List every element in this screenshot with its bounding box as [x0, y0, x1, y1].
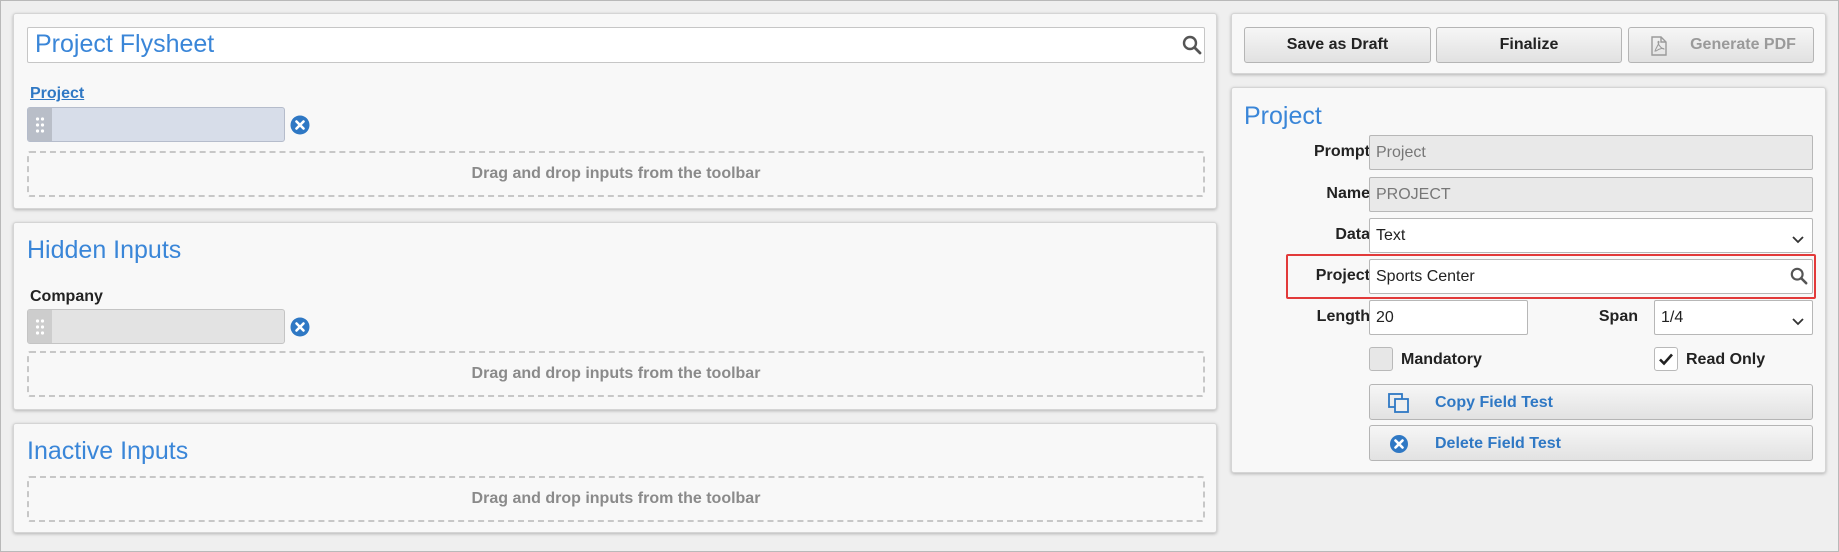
generate-pdf-button[interactable]: Generate PDF [1628, 27, 1814, 63]
drag-handle-icon[interactable] [28, 310, 52, 343]
readonly-checkbox[interactable] [1654, 347, 1678, 371]
company-field-label: Company [30, 288, 103, 305]
inactive-inputs-panel: Inactive Inputs Drag and drop inputs fro… [13, 423, 1217, 533]
prompt-label: Prompt [1314, 143, 1370, 160]
search-icon[interactable] [1182, 35, 1202, 60]
drag-handle-icon[interactable] [28, 108, 52, 141]
save-draft-label: Save as Draft [1286, 36, 1389, 53]
flysheet-title-input[interactable]: Project Flysheet [27, 27, 1205, 63]
data-label: Data [1335, 226, 1370, 243]
name-label: Name [1326, 185, 1370, 202]
save-draft-button[interactable]: Save as Draft [1244, 27, 1431, 63]
remove-icon[interactable] [290, 115, 310, 140]
flysheet-title-value: Project Flysheet [35, 30, 215, 58]
project-value: Sports Center [1376, 268, 1475, 285]
delete-icon [1389, 434, 1409, 459]
properties-heading: Project [1244, 102, 1322, 130]
data-select[interactable]: Text [1369, 218, 1813, 253]
delete-field-label: Delete Field Test [1435, 435, 1561, 452]
length-label: Length [1316, 308, 1370, 325]
copy-field-button[interactable]: Copy Field Test [1369, 384, 1813, 420]
mandatory-label: Mandatory [1401, 351, 1482, 368]
company-field-input[interactable] [27, 309, 285, 344]
generate-pdf-label: Generate PDF [1690, 36, 1796, 53]
inactive-inputs-dropzone[interactable]: Drag and drop inputs from the toolbar [27, 476, 1205, 522]
checkmark-icon [1658, 351, 1674, 372]
copy-field-label: Copy Field Test [1435, 394, 1553, 411]
data-value: Text [1376, 227, 1406, 244]
span-select[interactable]: 1/4 [1654, 300, 1813, 335]
mandatory-checkbox[interactable] [1369, 347, 1393, 371]
finalize-button[interactable]: Finalize [1436, 27, 1622, 63]
remove-icon[interactable] [290, 317, 310, 342]
prompt-value: Project [1376, 144, 1426, 161]
readonly-label: Read Only [1686, 351, 1766, 368]
length-value: 20 [1376, 309, 1394, 326]
project-lookup-field[interactable]: Sports Center [1369, 259, 1813, 294]
copy-icon [1388, 393, 1410, 418]
search-icon[interactable] [1790, 267, 1808, 290]
name-value: PROJECT [1376, 186, 1451, 203]
finalize-label: Finalize [1499, 36, 1559, 53]
delete-field-button[interactable]: Delete Field Test [1369, 425, 1813, 461]
chevron-down-icon [1792, 231, 1804, 249]
inactive-inputs-heading: Inactive Inputs [27, 437, 189, 465]
properties-panel: Project Prompt Project Name PROJECT Data… [1231, 87, 1826, 473]
pdf-icon [1651, 36, 1667, 61]
hidden-inputs-panel: Hidden Inputs Company Drag and drop inpu… [13, 222, 1217, 410]
flysheet-panel: Project Flysheet Project Drag and drop i… [13, 13, 1217, 209]
chevron-down-icon [1792, 313, 1804, 331]
length-field[interactable]: 20 [1369, 300, 1528, 335]
hidden-inputs-heading: Hidden Inputs [27, 236, 182, 264]
span-label: Span [1598, 308, 1638, 325]
span-value: 1/4 [1661, 309, 1684, 326]
project-field-input[interactable] [27, 107, 285, 142]
project-field-label[interactable]: Project [30, 85, 84, 103]
hidden-inputs-dropzone[interactable]: Drag and drop inputs from the toolbar [27, 351, 1205, 397]
flysheet-dropzone[interactable]: Drag and drop inputs from the toolbar [27, 151, 1205, 197]
prompt-field[interactable]: Project [1369, 135, 1813, 170]
toolbar-panel: Save as Draft Finalize Generate PDF [1231, 13, 1826, 74]
project-label: Project [1315, 267, 1370, 284]
name-field[interactable]: PROJECT [1369, 177, 1813, 212]
